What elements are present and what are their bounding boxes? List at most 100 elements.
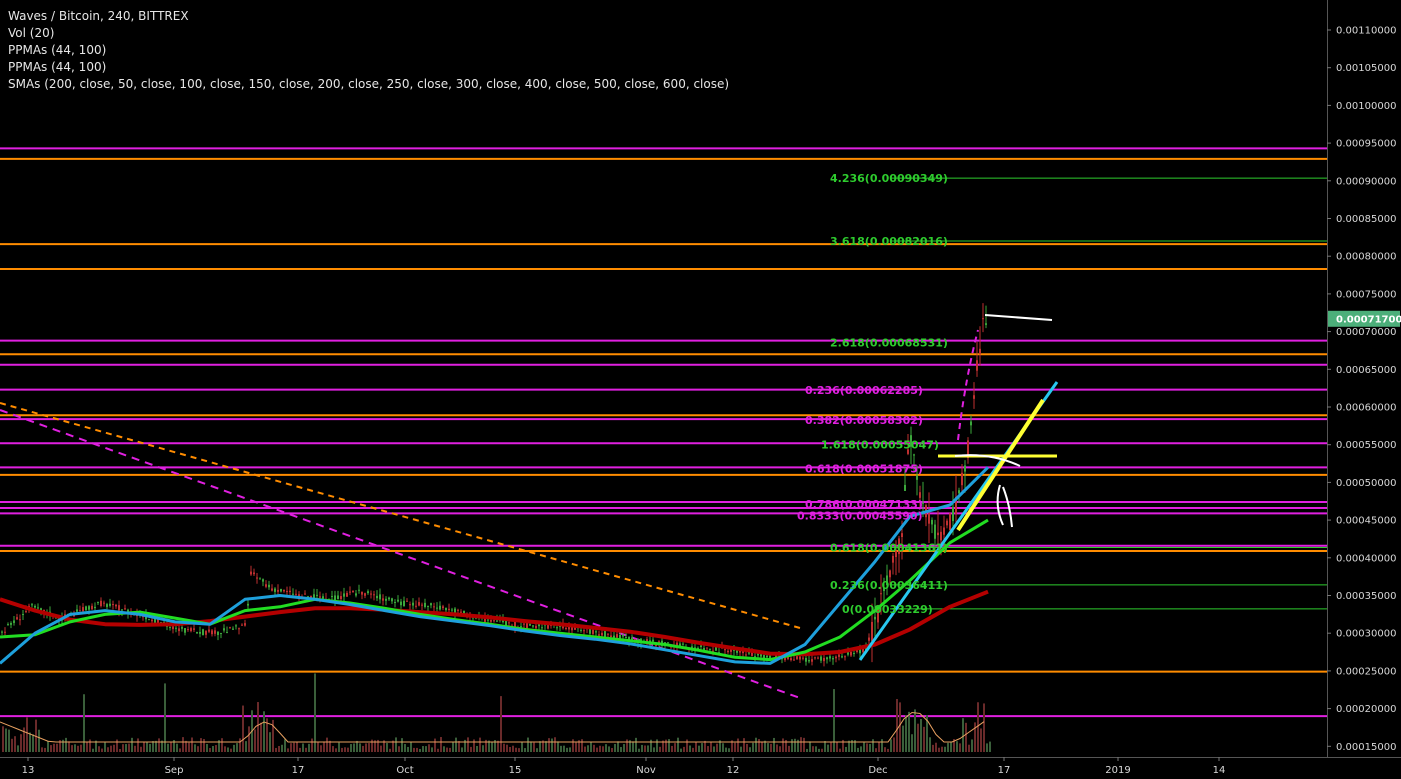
candle-body xyxy=(844,656,846,658)
volume-bar xyxy=(191,737,193,752)
y-tick-label: 0.00100000 xyxy=(1336,101,1396,112)
candle-body xyxy=(613,635,615,638)
y-tick-label: 0.00045000 xyxy=(1336,516,1396,527)
volume-bar xyxy=(872,739,874,752)
volume-bar xyxy=(659,746,661,752)
fib-label-9: 0.618(0.00041361) xyxy=(830,542,948,555)
candle-body xyxy=(121,609,123,611)
candle-body xyxy=(31,604,33,606)
candle-body xyxy=(235,625,237,627)
volume-bar xyxy=(536,748,538,752)
volume-bar xyxy=(602,746,604,752)
price-candles xyxy=(1,303,987,667)
candle-body xyxy=(361,592,363,595)
fib-label-10: 0.236(0.00036411) xyxy=(830,579,948,592)
volume-bar xyxy=(395,737,397,752)
volume-bar xyxy=(980,728,982,752)
candle-body xyxy=(724,649,726,651)
candle-body xyxy=(949,513,951,530)
volume-bar xyxy=(512,745,514,752)
volume-bar xyxy=(416,747,418,752)
volume-bar xyxy=(803,737,805,752)
volume-bar xyxy=(686,739,688,752)
candle-body xyxy=(109,603,111,606)
legend-ppma-2[interactable]: PPMAs (44, 100) xyxy=(8,59,729,76)
volume-bar xyxy=(608,746,610,752)
volume-bar xyxy=(899,702,901,752)
volume-bar xyxy=(836,742,838,752)
price-chart[interactable]: 4.236(0.00090349) 3.618(0.00082016) 2.618(… xyxy=(0,0,1401,779)
candle-body xyxy=(436,607,438,609)
candle-body xyxy=(88,606,90,610)
volume-bar xyxy=(617,741,619,752)
candle-body xyxy=(856,650,858,652)
price-scale-bg xyxy=(1327,0,1401,779)
volume-bar xyxy=(350,744,352,752)
volume-bar xyxy=(593,744,595,752)
volume-bar xyxy=(407,746,409,752)
candle-body xyxy=(799,656,801,660)
candle-body xyxy=(199,631,201,634)
volume-bar xyxy=(614,743,616,752)
candle-body xyxy=(604,630,606,637)
candle-body xyxy=(373,594,375,596)
candle-body xyxy=(151,619,153,622)
candle-body xyxy=(430,603,432,606)
volume-bar xyxy=(428,744,430,752)
volume-bar xyxy=(989,741,991,752)
legend-ppma-1[interactable]: PPMAs (44, 100) xyxy=(8,42,729,59)
white-arrows xyxy=(996,484,1013,528)
volume-bars xyxy=(0,673,991,752)
volume-bar xyxy=(176,743,178,752)
candle-body xyxy=(931,519,933,525)
candle-body xyxy=(229,627,231,629)
volume-bar xyxy=(635,737,637,752)
volume-bar xyxy=(362,745,364,752)
volume-bar xyxy=(818,748,820,752)
volume-bar xyxy=(794,738,796,752)
candle-body xyxy=(700,645,702,648)
volume-bar xyxy=(50,745,52,752)
candle-body xyxy=(184,628,186,633)
volume-bar xyxy=(455,737,457,752)
candle-body xyxy=(871,621,873,642)
volume-bar xyxy=(500,696,502,752)
volume-bar xyxy=(575,742,577,752)
fib-label-5: 1.618(0.00055047) xyxy=(821,438,939,451)
y-tick-label: 0.00090000 xyxy=(1336,176,1396,187)
volume-bar xyxy=(620,746,622,752)
sma-lines xyxy=(0,466,990,665)
volume-bar xyxy=(317,742,319,752)
candle-body xyxy=(976,360,978,371)
volume-bar xyxy=(146,742,148,752)
x-tick-label: 17 xyxy=(998,765,1011,776)
volume-bar xyxy=(143,741,145,752)
candle-body xyxy=(610,635,612,638)
y-tick-label: 0.00040000 xyxy=(1336,553,1396,564)
volume-bar xyxy=(83,694,85,752)
volume-bar xyxy=(197,746,199,752)
candle-body xyxy=(331,596,333,598)
legend-volume[interactable]: Vol (20) xyxy=(8,25,729,42)
candle-body xyxy=(172,626,174,630)
candle-body xyxy=(601,632,603,636)
legend-smas[interactable]: SMAs (200, close, 50, close, 100, close,… xyxy=(8,76,729,93)
candle-body xyxy=(913,454,915,456)
volume-bar xyxy=(800,737,802,752)
candle-body xyxy=(490,619,492,622)
volume-bar xyxy=(86,741,88,752)
price-scale[interactable]: 0.00110000 0.00105000 0.00100000 0.00095000… xyxy=(1327,0,1401,779)
candle-body xyxy=(442,606,444,609)
volume-bar xyxy=(245,741,247,752)
candle-body xyxy=(316,594,318,596)
candle-body xyxy=(190,628,192,632)
legend-title[interactable]: Waves / Bitcoin, 240, BITTREX xyxy=(8,8,729,25)
volume-bar xyxy=(626,739,628,752)
candle-body xyxy=(304,593,306,595)
time-scale[interactable]: 13 Sep 17 Oct 15 Nov 12 Dec 17 2019 14 xyxy=(0,757,1401,776)
candle-body xyxy=(667,642,669,644)
volume-bar xyxy=(701,743,703,752)
volume-bar xyxy=(965,722,967,752)
y-tick-label: 0.00020000 xyxy=(1336,704,1396,715)
candle-body xyxy=(262,579,264,582)
